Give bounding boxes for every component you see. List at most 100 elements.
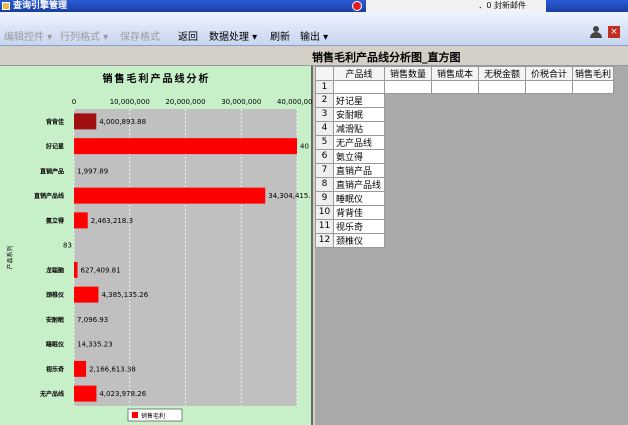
value-cell[interactable]: [478, 120, 526, 136]
grid-column-header[interactable]: 价税合计: [525, 66, 573, 81]
value-cell[interactable]: [478, 176, 526, 192]
product-line-cell[interactable]: 直销产品线: [333, 176, 385, 192]
row-number[interactable]: 2: [315, 92, 334, 108]
value-cell[interactable]: [478, 232, 526, 248]
value-cell[interactable]: [478, 148, 526, 164]
row-number[interactable]: 6: [315, 148, 334, 164]
value-cell[interactable]: [571, 134, 615, 150]
value-cell[interactable]: [525, 162, 573, 178]
row-number[interactable]: 7: [315, 162, 334, 178]
mail-status[interactable]: ．0 封新邮件: [366, 0, 546, 12]
value-cell[interactable]: [525, 176, 573, 192]
grid-corner[interactable]: [315, 66, 334, 81]
grid-row[interactable]: 12 颈椎仪: [315, 232, 615, 248]
product-line-cell[interactable]: 安耐眠: [333, 106, 385, 122]
value-cell[interactable]: [431, 204, 479, 220]
grid-column-header[interactable]: 无税金额: [478, 66, 526, 81]
close-icon[interactable]: ×: [608, 26, 620, 38]
output-menu[interactable]: 输出 ▾: [300, 28, 328, 43]
row-number[interactable]: 9: [315, 190, 334, 206]
grid-row[interactable]: 3 安耐眠: [315, 106, 615, 122]
value-cell[interactable]: [478, 80, 526, 94]
grid-column-header[interactable]: 产品线: [333, 66, 385, 81]
value-cell[interactable]: [384, 176, 432, 192]
grid-column-header[interactable]: 销售毛利: [571, 66, 615, 81]
value-cell[interactable]: [384, 190, 432, 206]
value-cell[interactable]: [384, 80, 432, 94]
grid-row[interactable]: 2 好记星: [315, 92, 615, 108]
grid-row[interactable]: 11 视乐奇: [315, 218, 615, 234]
value-cell[interactable]: [431, 120, 479, 136]
value-cell[interactable]: [431, 148, 479, 164]
value-cell[interactable]: [571, 92, 615, 108]
value-cell[interactable]: [384, 148, 432, 164]
value-cell[interactable]: [431, 134, 479, 150]
save-format-button[interactable]: 保存格式: [120, 28, 160, 43]
product-line-cell[interactable]: 视乐奇: [333, 218, 385, 234]
value-cell[interactable]: [431, 190, 479, 206]
value-cell[interactable]: [571, 218, 615, 234]
value-cell[interactable]: [384, 204, 432, 220]
value-cell[interactable]: [525, 120, 573, 136]
grid-row[interactable]: 5 无产品线: [315, 134, 615, 150]
value-cell[interactable]: [571, 148, 615, 164]
value-cell[interactable]: [431, 80, 479, 94]
value-cell[interactable]: [525, 232, 573, 248]
back-button[interactable]: 返回: [178, 28, 198, 43]
row-number[interactable]: 11: [315, 218, 334, 234]
user-icon[interactable]: [590, 26, 602, 38]
data-processing-menu[interactable]: 数据处理 ▾: [209, 28, 257, 43]
value-cell[interactable]: [478, 106, 526, 122]
product-line-cell[interactable]: 氨立得: [333, 148, 385, 164]
value-cell[interactable]: [571, 80, 615, 94]
row-number[interactable]: 12: [315, 232, 334, 248]
product-line-cell[interactable]: 减滑贴: [333, 120, 385, 136]
grid-row[interactable]: 8 直销产品线: [315, 176, 615, 192]
value-cell[interactable]: [431, 92, 479, 108]
value-cell[interactable]: [478, 218, 526, 234]
row-col-format-menu[interactable]: 行列格式 ▾: [60, 28, 108, 43]
product-line-cell[interactable]: 无产品线: [333, 134, 385, 150]
value-cell[interactable]: [431, 232, 479, 248]
grid-row[interactable]: 6 氨立得: [315, 148, 615, 164]
value-cell[interactable]: [384, 134, 432, 150]
value-cell[interactable]: [478, 92, 526, 108]
grid-row[interactable]: 4 减滑贴: [315, 120, 615, 136]
value-cell[interactable]: [478, 134, 526, 150]
row-number[interactable]: 3: [315, 106, 334, 122]
value-cell[interactable]: [525, 204, 573, 220]
value-cell[interactable]: [384, 162, 432, 178]
value-cell[interactable]: [571, 106, 615, 122]
value-cell[interactable]: [384, 92, 432, 108]
value-cell[interactable]: [571, 176, 615, 192]
value-cell[interactable]: [571, 190, 615, 206]
value-cell[interactable]: [525, 106, 573, 122]
row-number[interactable]: 4: [315, 120, 334, 136]
product-line-cell[interactable]: 睡眠仪: [333, 190, 385, 206]
value-cell[interactable]: [384, 120, 432, 136]
product-line-cell[interactable]: [333, 80, 385, 94]
grid-column-header[interactable]: 销售数量: [384, 66, 432, 81]
value-cell[interactable]: [478, 162, 526, 178]
row-number[interactable]: 1: [315, 80, 334, 94]
grid-row[interactable]: 10 背背佳: [315, 204, 615, 220]
value-cell[interactable]: [431, 106, 479, 122]
value-cell[interactable]: [384, 106, 432, 122]
grid-row[interactable]: 9 睡眠仪: [315, 190, 615, 206]
value-cell[interactable]: [525, 80, 573, 94]
product-line-cell[interactable]: 直销产品: [333, 162, 385, 178]
grid-column-header[interactable]: 销售成本: [431, 66, 479, 81]
notification-icon[interactable]: [352, 1, 362, 11]
value-cell[interactable]: [571, 162, 615, 178]
value-cell[interactable]: [478, 190, 526, 206]
grid-row[interactable]: 7 直销产品: [315, 162, 615, 178]
value-cell[interactable]: [525, 134, 573, 150]
value-cell[interactable]: [571, 204, 615, 220]
value-cell[interactable]: [525, 148, 573, 164]
edit-controls-menu[interactable]: 编辑控件 ▾: [4, 28, 52, 43]
value-cell[interactable]: [384, 232, 432, 248]
value-cell[interactable]: [525, 190, 573, 206]
grid-row[interactable]: 1: [315, 80, 615, 94]
value-cell[interactable]: [571, 120, 615, 136]
row-number[interactable]: 5: [315, 134, 334, 150]
